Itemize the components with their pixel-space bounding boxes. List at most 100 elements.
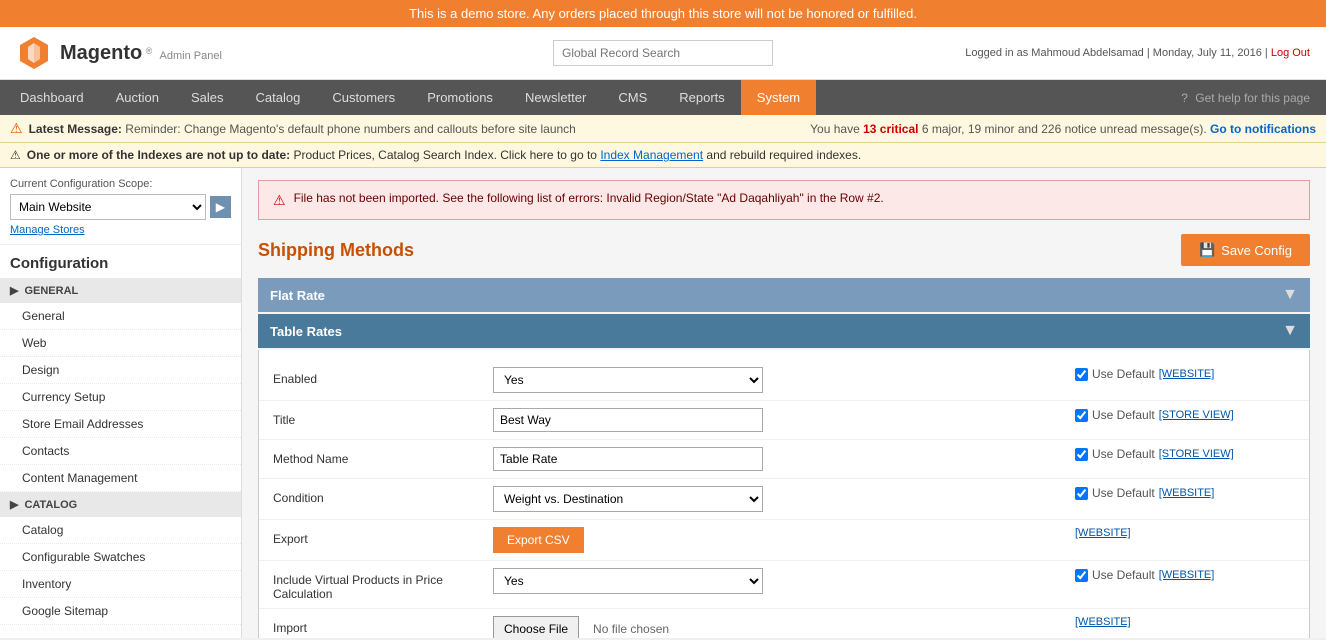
logo-area: Magento ® Admin Panel: [16, 35, 439, 71]
title-row: Title Use Default [STORE VIEW]: [259, 401, 1309, 440]
export-csv-button[interactable]: Export CSV: [493, 527, 584, 553]
method-name-input[interactable]: [493, 447, 763, 471]
sidebar-item-web[interactable]: Web: [0, 330, 241, 357]
logout-link[interactable]: Log Out: [1271, 47, 1310, 59]
config-title: Configuration: [0, 245, 241, 278]
title-label: Title: [273, 408, 493, 427]
enabled-use-default-checkbox[interactable]: [1075, 368, 1088, 381]
table-rates-header[interactable]: Table Rates ▼: [258, 314, 1310, 348]
sidebar-item-general[interactable]: General: [0, 303, 241, 330]
nav-system[interactable]: System: [741, 80, 816, 115]
sidebar-catalog-items: Catalog Configurable Swatches Inventory …: [0, 517, 241, 625]
sidebar-item-google-sitemap[interactable]: Google Sitemap: [0, 598, 241, 625]
condition-label: Condition: [273, 486, 493, 505]
sidebar-item-currency-setup[interactable]: Currency Setup: [0, 384, 241, 411]
title-use-default-checkbox[interactable]: [1075, 409, 1088, 422]
search-input[interactable]: [553, 40, 773, 66]
nav-dashboard[interactable]: Dashboard: [4, 80, 100, 115]
manage-stores-link[interactable]: Manage Stores: [10, 224, 231, 236]
enabled-website-badge[interactable]: [WEBSITE]: [1159, 368, 1215, 380]
content-area: ⚠ File has not been imported. See the fo…: [242, 168, 1326, 638]
user-area: Logged in as Mahmoud Abdelsamad | Monday…: [887, 47, 1310, 59]
condition-use-default-checkbox[interactable]: [1075, 487, 1088, 500]
latest-message-bar: ⚠ Latest Message: Reminder: Change Magen…: [0, 115, 1326, 143]
error-icon: ⚠: [273, 192, 286, 209]
save-icon: 💾: [1199, 242, 1215, 258]
search-area: [451, 40, 874, 66]
header: Magento ® Admin Panel Logged in as Mahmo…: [0, 27, 1326, 80]
help-link[interactable]: ? Get help for this page: [1169, 81, 1322, 115]
page-header: Shipping Methods 💾 Save Config: [258, 234, 1310, 266]
page-title: Shipping Methods: [258, 240, 414, 261]
export-label: Export: [273, 527, 493, 546]
main-layout: Current Configuration Scope: Main Websit…: [0, 168, 1326, 638]
magento-logo-icon: [16, 35, 52, 71]
method-name-label: Method Name: [273, 447, 493, 466]
nav-reports[interactable]: Reports: [663, 80, 741, 115]
import-website-badge[interactable]: [WEBSITE]: [1075, 616, 1131, 628]
date-info: Monday, July 11, 2016: [1153, 47, 1262, 59]
nav-catalog[interactable]: Catalog: [240, 80, 317, 115]
scope-section: Current Configuration Scope: Main Websit…: [0, 168, 241, 245]
title-store-badge[interactable]: [STORE VIEW]: [1159, 409, 1234, 421]
enabled-row: Enabled Yes Use Default [WEBSITE]: [259, 360, 1309, 401]
section-arrow-catalog: ▶: [10, 498, 18, 511]
sidebar-item-contacts[interactable]: Contacts: [0, 438, 241, 465]
index-message-bar: ⚠ One or more of the Indexes are not up …: [0, 143, 1326, 168]
section-arrow-general: ▶: [10, 284, 18, 297]
sidebar-item-catalog[interactable]: Catalog: [0, 517, 241, 544]
choose-file-button[interactable]: Choose File: [493, 616, 579, 638]
nav-cms[interactable]: CMS: [602, 80, 663, 115]
condition-select[interactable]: Weight vs. Destination: [493, 486, 763, 512]
import-label: Import: [273, 616, 493, 635]
condition-row: Condition Weight vs. Destination Use Def…: [259, 479, 1309, 520]
table-rates-content: Enabled Yes Use Default [WEBSITE] Title: [258, 350, 1310, 638]
sidebar-item-inventory[interactable]: Inventory: [0, 571, 241, 598]
include-virtual-row: Include Virtual Products in Price Calcul…: [259, 561, 1309, 609]
sidebar-general-items: General Web Design Currency Setup Store …: [0, 303, 241, 492]
user-info: Logged in as Mahmoud Abdelsamad: [965, 47, 1144, 59]
include-virtual-use-default-checkbox[interactable]: [1075, 569, 1088, 582]
save-config-button[interactable]: 💾 Save Config: [1181, 234, 1310, 266]
sidebar-section-catalog[interactable]: ▶ CATALOG: [0, 492, 241, 517]
include-virtual-label: Include Virtual Products in Price Calcul…: [273, 568, 493, 601]
index-management-link[interactable]: Index Management: [600, 148, 703, 162]
method-name-row: Method Name Use Default [STORE VIEW]: [259, 440, 1309, 479]
nav-bar: Dashboard Auction Sales Catalog Customer…: [0, 80, 1326, 115]
nav-auction[interactable]: Auction: [100, 80, 175, 115]
nav-customers[interactable]: Customers: [316, 80, 411, 115]
sidebar-item-design[interactable]: Design: [0, 357, 241, 384]
logo-text: Magento: [60, 42, 142, 64]
scope-label: Current Configuration Scope:: [10, 178, 231, 190]
method-name-store-badge[interactable]: [STORE VIEW]: [1159, 448, 1234, 460]
export-row: Export Export CSV [WEBSITE]: [259, 520, 1309, 561]
nav-newsletter[interactable]: Newsletter: [509, 80, 602, 115]
warning-icon-2: ⚠: [10, 148, 21, 162]
nav-promotions[interactable]: Promotions: [411, 80, 509, 115]
critical-link[interactable]: 13 critical: [863, 122, 918, 136]
method-name-use-default-checkbox[interactable]: [1075, 448, 1088, 461]
go-notifications-link[interactable]: Go to notifications: [1210, 122, 1316, 136]
include-virtual-website-badge[interactable]: [WEBSITE]: [1159, 569, 1215, 581]
title-input[interactable]: [493, 408, 763, 432]
table-rates-toggle-icon: ▼: [1282, 322, 1298, 340]
table-rates-title: Table Rates: [270, 324, 342, 339]
flat-rate-header[interactable]: Flat Rate ▼: [258, 278, 1310, 312]
include-virtual-select[interactable]: Yes: [493, 568, 763, 594]
nav-sales[interactable]: Sales: [175, 80, 240, 115]
import-row: Import Choose File No file chosen [WEBSI…: [259, 609, 1309, 638]
sidebar-section-general[interactable]: ▶ GENERAL: [0, 278, 241, 303]
enabled-select[interactable]: Yes: [493, 367, 763, 393]
logo-sub: Admin Panel: [160, 50, 222, 62]
scope-select[interactable]: Main Website: [10, 194, 206, 220]
sidebar-item-store-email[interactable]: Store Email Addresses: [0, 411, 241, 438]
export-website-badge[interactable]: [WEBSITE]: [1075, 527, 1131, 539]
error-box: ⚠ File has not been imported. See the fo…: [258, 180, 1310, 220]
warning-icon: ⚠: [10, 120, 23, 137]
sidebar-item-configurable-swatches[interactable]: Configurable Swatches: [0, 544, 241, 571]
sidebar: Current Configuration Scope: Main Websit…: [0, 168, 242, 638]
sidebar-item-content-management[interactable]: Content Management: [0, 465, 241, 492]
condition-website-badge[interactable]: [WEBSITE]: [1159, 487, 1215, 499]
scope-button[interactable]: ▶: [210, 196, 231, 218]
flat-rate-toggle-icon: ▼: [1282, 286, 1298, 304]
